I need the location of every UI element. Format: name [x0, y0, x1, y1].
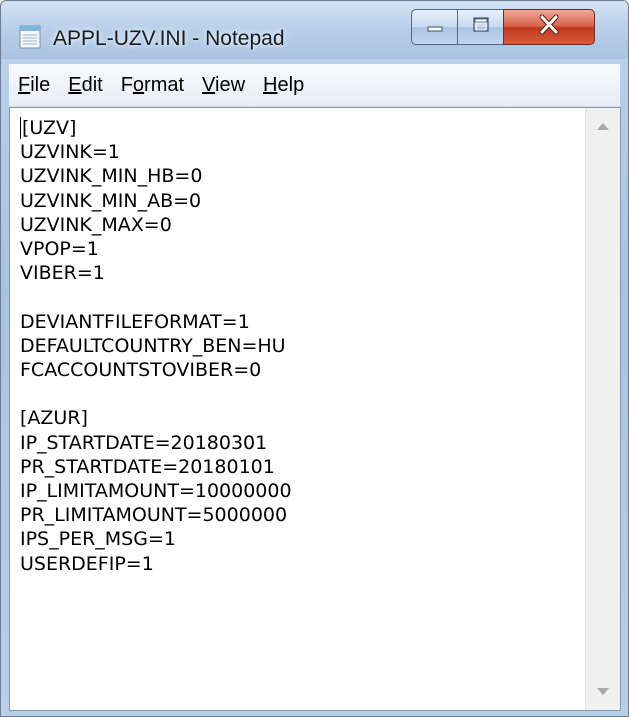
menu-help[interactable]: Help	[254, 69, 313, 101]
text-line: IP_STARTDATE=20180301	[20, 431, 268, 454]
text-line: [UZV]	[22, 117, 77, 139]
menu-edit[interactable]: Edit	[59, 69, 111, 101]
text-editor[interactable]: [UZV] UZVINK=1 UZVINK_MIN_HB=0 UZVINK_MIN_A…	[9, 107, 621, 711]
scroll-down-icon[interactable]	[597, 688, 609, 695]
menu-file[interactable]: File	[9, 69, 59, 101]
text-line: VIBER=1	[20, 262, 105, 285]
text-line: UZVINK_MIN_HB=0	[20, 165, 203, 188]
text-line: DEVIANTFILEFORMAT=1	[20, 310, 250, 333]
text-line: USERDEFIP=1	[20, 552, 154, 575]
text-line: UZVINK=1	[20, 141, 120, 164]
text-line: UZVINK_MAX=0	[20, 213, 172, 236]
text-line: PR_STARTDATE=20180101	[20, 455, 275, 478]
text-line: VPOP=1	[20, 238, 99, 260]
title-bar[interactable]: APPL-UZV.INI - Notepad	[1, 1, 628, 59]
text-line: [AZUR]	[20, 407, 88, 430]
minimize-button[interactable]	[411, 9, 458, 45]
vertical-scrollbar[interactable]	[585, 108, 620, 710]
close-icon	[537, 14, 561, 40]
scroll-up-icon[interactable]	[597, 123, 609, 130]
close-button[interactable]	[503, 9, 595, 45]
maximize-icon	[471, 16, 491, 38]
notepad-window: APPL-UZV.INI - Notepad File Edit Format …	[0, 0, 629, 717]
minimize-icon	[425, 17, 445, 37]
maximize-button[interactable]	[457, 9, 504, 45]
text-caret	[20, 117, 21, 139]
text-line: IPS_PER_MSG=1	[20, 528, 176, 551]
text-line: PR_LIMITAMOUNT=5000000	[20, 504, 288, 527]
menu-format[interactable]: Format	[112, 69, 193, 101]
text-content[interactable]: [UZV] UZVINK=1 UZVINK_MIN_HB=0 UZVINK_MIN_A…	[10, 108, 584, 710]
text-line: DEFAULTCOUNTRY_BEN=HU	[20, 334, 286, 357]
menu-view[interactable]: View	[193, 69, 254, 101]
text-line: IP_LIMITAMOUNT=10000000	[20, 480, 292, 502]
text-line: UZVINK_MIN_AB=0	[20, 189, 202, 212]
window-title: APPL-UZV.INI - Notepad	[53, 27, 285, 50]
notepad-icon[interactable]	[19, 23, 41, 49]
menu-bar: File Edit Format View Help	[9, 64, 620, 107]
text-line: FCACCOUNTSTOVIBER=0	[20, 359, 262, 381]
